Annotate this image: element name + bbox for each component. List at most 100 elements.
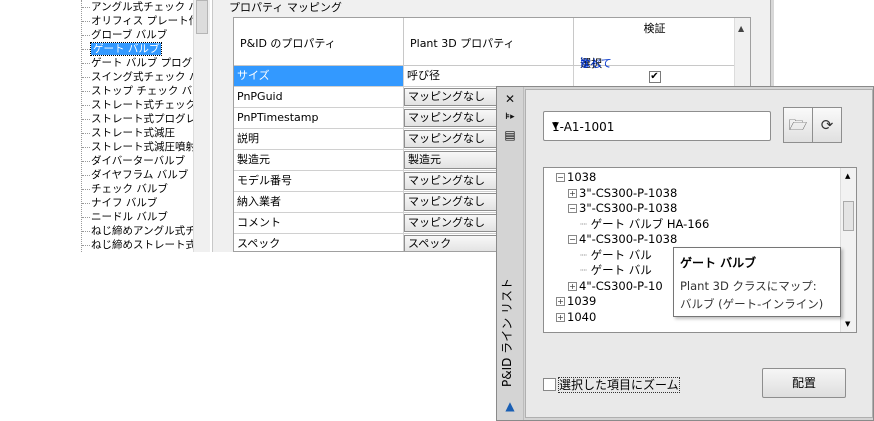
- expand-icon[interactable]: +: [556, 297, 565, 306]
- line-number-dropdown[interactable]: 1-A1-1001 ▼: [543, 111, 771, 141]
- tree-item[interactable]: スイング式チェック バ: [82, 70, 194, 84]
- line-tree-node[interactable]: −3"-CS300-P-1038: [568, 201, 677, 216]
- tree-item[interactable]: ストレート式減圧: [82, 126, 194, 140]
- scroll-down-arrow-icon[interactable]: ▼: [845, 320, 850, 328]
- tree-item[interactable]: ストレート式プログレッ: [82, 112, 194, 126]
- line-tree-node-label: ゲート バル: [590, 263, 652, 277]
- collapse-icon[interactable]: −: [556, 173, 565, 182]
- tree-item[interactable]: オリフィス プレート付き: [82, 14, 194, 28]
- chevron-down-icon: ▼: [552, 121, 559, 131]
- line-tree-node[interactable]: ┈ ゲート バルブ HA-166: [580, 217, 709, 232]
- tree-item[interactable]: ナイフ バルブ: [82, 196, 194, 210]
- scroll-up-arrow-icon[interactable]: ▲: [738, 24, 744, 33]
- expand-icon[interactable]: +: [568, 281, 577, 291]
- line-tree-node-label: 3"-CS300-P-1038: [579, 201, 678, 215]
- tree-item-label: ストップ チェック バルブ: [91, 85, 194, 97]
- class-tooltip: ゲート バルブ Plant 3D クラスにマップ: バルブ (ゲート-インライン…: [673, 247, 841, 317]
- column-header-label: Plant 3D プロパティ: [410, 37, 515, 50]
- folder-open-icon: 🗁: [788, 116, 808, 134]
- tree-item[interactable]: ダイヤフラム バルブ: [82, 168, 194, 182]
- line-tree-node-label: 1040: [567, 309, 597, 324]
- tree-connector: ┈: [580, 247, 591, 262]
- tree-item[interactable]: ストレート式減圧噴射: [82, 140, 194, 154]
- line-tree-node[interactable]: +1040: [556, 310, 596, 325]
- tree-item-label: チェック バルブ: [91, 183, 168, 195]
- tree-item-label: ダイバーターバルブ: [91, 155, 186, 167]
- tree-item-label: ニードル バルブ: [91, 211, 168, 223]
- line-tree-node-label: 1039: [567, 294, 597, 308]
- pid-property-cell[interactable]: 製造元: [234, 150, 404, 170]
- zoom-to-selection-checkbox[interactable]: 選択した項目にズーム: [543, 376, 680, 393]
- column-header-plant3d-property[interactable]: Plant 3D プロパティ: [404, 18, 574, 66]
- place-button[interactable]: 配置: [762, 368, 846, 398]
- tree-item[interactable]: ニードル バルブ: [82, 210, 194, 224]
- line-tree-node[interactable]: +1039: [556, 294, 596, 309]
- tree-item[interactable]: ねじ締めストレート式: [82, 238, 194, 252]
- open-folder-button[interactable]: 🗁: [783, 107, 813, 143]
- line-tree-node-label: 1038: [567, 170, 597, 184]
- line-tree-node-label: 4"-CS300-P-10: [579, 278, 663, 293]
- column-header-label: P&ID のプロパティ: [240, 37, 336, 50]
- palette-title-bar[interactable]: ✕ ⊧▸ ▤ P&ID ライン リスト ▲: [497, 87, 524, 420]
- refresh-button[interactable]: ⟳: [812, 107, 842, 143]
- collapse-icon[interactable]: −: [568, 235, 577, 244]
- pid-property-cell[interactable]: 納入業者: [234, 192, 404, 212]
- tree-item-label: ねじ締めアングル式チ: [91, 225, 194, 237]
- expand-icon[interactable]: +: [568, 188, 577, 198]
- tree-item-label: ストレート式減圧: [91, 127, 175, 139]
- tree-item[interactable]: ストレート式チェック バ: [82, 98, 194, 112]
- column-header-verify: 検証 選択 すべて | なし: [574, 18, 736, 70]
- class-tree-scrollbar[interactable]: [193, 0, 210, 252]
- tooltip-line: バルブ (ゲート-インライン): [680, 297, 824, 311]
- autodesk-logo-icon: ▲: [505, 399, 515, 413]
- close-icon[interactable]: ✕: [502, 91, 518, 107]
- tree-item[interactable]: チェック バルブ: [82, 182, 194, 196]
- expand-icon[interactable]: +: [556, 312, 565, 322]
- line-tree-node[interactable]: +4"-CS300-P-10: [568, 279, 663, 294]
- pid-line-list-palette: ✕ ⊧▸ ▤ P&ID ライン リスト ▲ 1-A1-1001 ▼ 🗁 ⟳ −1…: [496, 86, 874, 421]
- line-tree-node[interactable]: −4"-CS300-P-1038: [568, 232, 677, 247]
- auto-hide-icon[interactable]: ⊧▸: [502, 109, 518, 125]
- collapse-icon[interactable]: −: [568, 204, 577, 213]
- plant3d-property-dropdown[interactable]: 呼び径: [404, 66, 574, 86]
- pid-property-cell[interactable]: モデル番号: [234, 171, 404, 191]
- verify-checkbox[interactable]: ✔: [648, 71, 661, 83]
- scrollbar-thumb[interactable]: [196, 0, 208, 34]
- tree-item[interactable]: アングル式チェック バル: [82, 0, 194, 14]
- tree-item[interactable]: ゲート バルブ: [82, 42, 194, 56]
- refresh-icon: ⟳: [820, 116, 834, 134]
- tree-item-label: ねじ締めストレート式: [91, 239, 194, 251]
- line-tree-node-label: 3"-CS300-P-1038: [579, 185, 678, 200]
- line-tree-scrollbar[interactable]: ▲ ▼: [840, 168, 856, 332]
- tree-item[interactable]: グローブ バルブ: [82, 28, 194, 42]
- zoom-to-selection-label: 選択した項目にズーム: [558, 377, 680, 393]
- properties-icon[interactable]: ▤: [502, 127, 518, 143]
- tree-item-label: ストレート式チェック バ: [91, 99, 194, 111]
- table-row[interactable]: サイズ 呼び径 ✔: [234, 66, 736, 87]
- verify-cell: ✔: [574, 66, 736, 86]
- checkbox-box[interactable]: [543, 378, 556, 391]
- line-tree-node[interactable]: +3"-CS300-P-1038: [568, 186, 677, 201]
- column-header-pid-property[interactable]: P&ID のプロパティ: [234, 18, 404, 66]
- line-tree-node[interactable]: −1038: [556, 170, 596, 185]
- scroll-up-arrow-icon[interactable]: ▲: [845, 172, 850, 180]
- line-tree-node[interactable]: ┈ ゲート バル: [580, 263, 652, 278]
- tree-item[interactable]: ゲート バルブ プログレ: [82, 56, 194, 70]
- pid-property-cell[interactable]: 説明: [234, 129, 404, 149]
- tree-connector: ┈: [580, 263, 591, 277]
- tree-item-label: ストレート式減圧噴射: [91, 141, 194, 153]
- line-tree-node[interactable]: ┈ ゲート バル: [580, 248, 652, 263]
- pid-property-cell[interactable]: PnPGuid: [234, 87, 404, 107]
- pid-property-cell[interactable]: スペック: [234, 234, 404, 251]
- class-tree: アングル式チェック バルオリフィス プレート付きグローブ バルブゲート バルブゲ…: [0, 0, 212, 252]
- pid-property-cell[interactable]: コメント: [234, 213, 404, 233]
- pid-property-cell[interactable]: サイズ: [234, 66, 404, 86]
- pid-property-cell[interactable]: PnPTimestamp: [234, 108, 404, 128]
- scrollbar-thumb[interactable]: [843, 201, 854, 231]
- tree-item-label: アングル式チェック バル: [91, 1, 194, 13]
- tree-item[interactable]: ねじ締めアングル式チ: [82, 224, 194, 238]
- property-mapping-title: プロパティ マッピング: [229, 1, 342, 14]
- tree-item[interactable]: ストップ チェック バルブ: [82, 84, 194, 98]
- tree-item-label: スイング式チェック バ: [91, 71, 194, 83]
- tree-item[interactable]: ダイバーターバルブ: [82, 154, 194, 168]
